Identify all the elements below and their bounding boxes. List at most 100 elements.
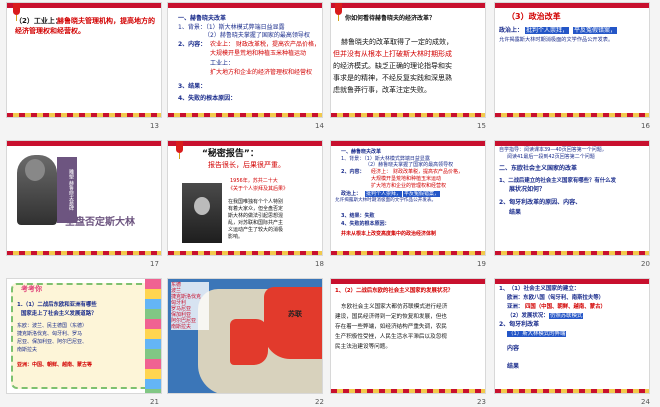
slide-line: 财政改革税，提高农产品价格， (236, 41, 321, 48)
slide-title: 考考你 (21, 285, 42, 293)
slide-line: 结果 (509, 209, 522, 216)
slide-line: 阅读41最后一段到42页回答第二个问题 (507, 154, 595, 160)
slide-thumbnail-21[interactable]: 考考你 1.（1）二战后东欧和亚洲有哪些 国家走上了社会主义发展道路？ 东欧：波… (6, 278, 162, 394)
slide-line: （2）赫鲁晓夫掌握了国家的最高领导权 (204, 32, 310, 39)
slide-body-line: 乱，对苏联和国际共产主 (228, 220, 284, 226)
slide-number: 19 (477, 260, 486, 268)
map-list-item: 南斯拉夫 (171, 324, 192, 330)
slide-line: 2、内容： (178, 41, 207, 48)
slide-thumbnail-16[interactable]: （3）政治改革 政治上： 批判个人崇拜， 平反冤假错案， 允许揭露斯大林时期消极… (494, 2, 650, 118)
slide-line: （2）工业上： (15, 17, 62, 25)
lantern-icon (13, 3, 20, 21)
slide-line: 虑就鲁莽行事，改革注定失败。 (333, 86, 431, 94)
slide-line: 存在着一些弊端，如经济结构严重失调，农民 (335, 324, 447, 330)
slide-number: 22 (315, 398, 324, 406)
slide-title: “秘密报告”： (202, 149, 259, 159)
map-soviet-region (264, 287, 322, 359)
slide-line: 尼亚、保加利亚、阿尔巴尼亚、 (17, 339, 88, 345)
highlight-text: （1）斯大林模式的弊端 (507, 331, 567, 337)
slide-line: 结果 (507, 363, 520, 370)
slide-question: 你如何看待赫鲁晓夫的经济改革？ (345, 15, 436, 22)
photo-caption: 1956年，苏共二十大 (230, 178, 278, 184)
slide-number: 20 (641, 260, 650, 268)
slide-line: 4、失败的根本原因： (341, 221, 390, 227)
slide-line: 大规模开垦荒地和种植玉米运动 (371, 176, 442, 182)
slide-border-bottom (331, 251, 485, 255)
slide-line: 南斯拉夫 (17, 347, 38, 353)
slide-line: 扩大地方和企业的经济管理权和经营权 (210, 69, 313, 76)
slide-line: 平反冤假错案， (573, 27, 618, 35)
highlight-text: 批判个人崇拜， (365, 191, 403, 197)
slide-line: 3、结果：失败 (341, 213, 375, 219)
slide-thumbnail-23[interactable]: 1、（2）二战后东欧的社会主义国家的发展状况？ 东欧社会主义国家大都仿苏联模式进… (330, 278, 486, 394)
section-heading: 1、（2）二战后东欧的社会主义国家的发展状况？ (335, 288, 454, 294)
slide-line: 农业上： (210, 41, 235, 48)
slide-caption: 全盘否定斯大林 (65, 217, 135, 228)
slide-border-top (495, 3, 649, 8)
slide-number: 15 (477, 122, 486, 130)
slide-number: 18 (315, 260, 324, 268)
slide-line: 国家走上了社会主义发展道路？ (21, 311, 97, 317)
slide-border-bottom (331, 113, 485, 117)
slide-body-line: 在我国唯独有个个人特别 (228, 199, 284, 205)
slide-line: 捷克斯洛伐克、匈牙利、罗马 (17, 331, 83, 337)
slide-thumbnail-13[interactable]: （2）工业上： 赫鲁晓夫管理机构，提高地方的 经济管理权和经营权。 (6, 2, 162, 118)
slide-thumbnail-17[interactable]: 雕塑 赫鲁晓夫墓碑 全盘否定斯大林 (6, 140, 162, 256)
lantern-icon (176, 141, 183, 159)
slide-thumbnail-19[interactable]: 一、赫鲁晓夫改革 1、背景：（1）斯大林模式弊端日益显露 （2）赫鲁晓夫掌握了国… (330, 140, 486, 256)
speech-photo (182, 183, 222, 243)
slide-line: 内容 (507, 345, 520, 352)
slide-border-bottom (495, 389, 649, 393)
slide-number: 24 (641, 398, 650, 406)
slide-thumbnail-20[interactable]: 自学指导：阅读课本39—40页回答第一个问题， 阅读41最后一段到42页回答第二… (494, 140, 650, 256)
highlight-text: 平反冤假错案， (403, 191, 441, 197)
slide-line: 仿照苏联模式 (549, 312, 584, 320)
slide-number: 21 (150, 398, 159, 406)
image-label: 雕塑 赫鲁晓夫墓碑 (57, 157, 77, 223)
slide-thumbnail-14[interactable]: 一、赫鲁晓夫改革 1、背景：（1）斯大林模式弊端日益显露 （2）赫鲁晓夫掌握了国… (167, 2, 323, 118)
highlight-text: 仿照苏联模式 (549, 313, 584, 319)
slide-line: 生产积极性受挫，人民生活水平滞后以及忽视 (335, 334, 447, 340)
slide-line: 一、赫鲁晓夫改革 (178, 15, 227, 22)
slide-line: 1、（1）社会主义国家的建立： (499, 286, 580, 292)
slide-line: 4、失败的根本原因： (178, 95, 237, 102)
slide-line: 的经济模式。缺乏正确的理论指导和实 (333, 62, 452, 70)
slide-border-top (331, 3, 485, 8)
slide-line: 2、匈牙利改革的原因、内容、 (499, 199, 582, 206)
map-country-list: 东德 波兰 捷克斯洛伐克 匈牙利 罗马尼亚 保加利亚 阿尔巴尼亚 南斯拉夫 (171, 282, 209, 330)
slide-thumbnail-24[interactable]: 1、（1）社会主义国家的建立： 欧洲：东欧八国（匈牙利、南斯拉夫等） 亚洲： 四… (494, 278, 650, 394)
slide-border-bottom (168, 113, 322, 117)
slide-line: 平反冤假错案， (403, 191, 441, 197)
statue-head (25, 159, 45, 181)
slide-thumbnail-18[interactable]: “秘密报告”： 报告很长，后果很严重。 1956年，苏共二十大 《关于个人崇拜及… (167, 140, 323, 256)
map-eastern-bloc (230, 319, 268, 365)
slide-line: 并未从根本上改变高度集中的政治经济体制 (341, 231, 437, 237)
slide-line: 批判个人崇拜， (525, 27, 570, 35)
section-heading: （3）政治改革 (507, 12, 561, 21)
slide-line: 政治上： (341, 191, 362, 197)
slide-border-bottom (495, 113, 649, 117)
slide-line: 3、结果： (178, 83, 207, 90)
slide-line: 工业上： (210, 60, 235, 67)
map-country-label: 苏联 (288, 310, 302, 318)
slide-border-top (168, 141, 322, 146)
slide-line: 经济管理权和经营权。 (15, 27, 85, 35)
slide-body-line: 影响。 (228, 234, 244, 240)
slide-line: 大规模开垦荒地和种植玉米种植运动 (210, 50, 307, 57)
slide-line: 经济上： (371, 169, 392, 175)
slide-line: 允许揭露斯大林时期消极面的文学作品公开发表。 (499, 37, 614, 43)
slide-border-top (7, 3, 161, 8)
slide-line: （2）赫鲁晓夫掌握了国家的最高领导权 (365, 162, 454, 168)
slide-line: （2）发展状况： (507, 313, 549, 319)
slide-thumbnail-22[interactable]: 苏联 东德 波兰 捷克斯洛伐克 匈牙利 罗马尼亚 保加利亚 阿尔巴尼亚 南斯拉夫 (167, 278, 323, 394)
slide-line: 四国（中国、朝鲜、越南、蒙古） (525, 304, 606, 310)
slide-thumbnail-15[interactable]: 你如何看待赫鲁晓夫的经济改革？ 赫鲁晓夫的改革取得了一定的成效， 但并没有从根本… (330, 2, 486, 118)
slide-body-line: 有着大家众，但全盘否定 (228, 206, 284, 212)
highlight-text: 平反冤假错案， (573, 27, 618, 34)
slide-line: 财政改革税，提高农产品价格， (393, 169, 464, 175)
slide-border-top (495, 141, 649, 146)
slide-line: 自学指导：阅读课本39—40页回答第一个问题， (499, 147, 607, 153)
slide-line: 亚洲： (507, 304, 524, 310)
slide-line: 二、东欧社会主义国家的改革 (499, 165, 578, 172)
slide-line: 民主法治建设等问题。 (335, 344, 391, 350)
